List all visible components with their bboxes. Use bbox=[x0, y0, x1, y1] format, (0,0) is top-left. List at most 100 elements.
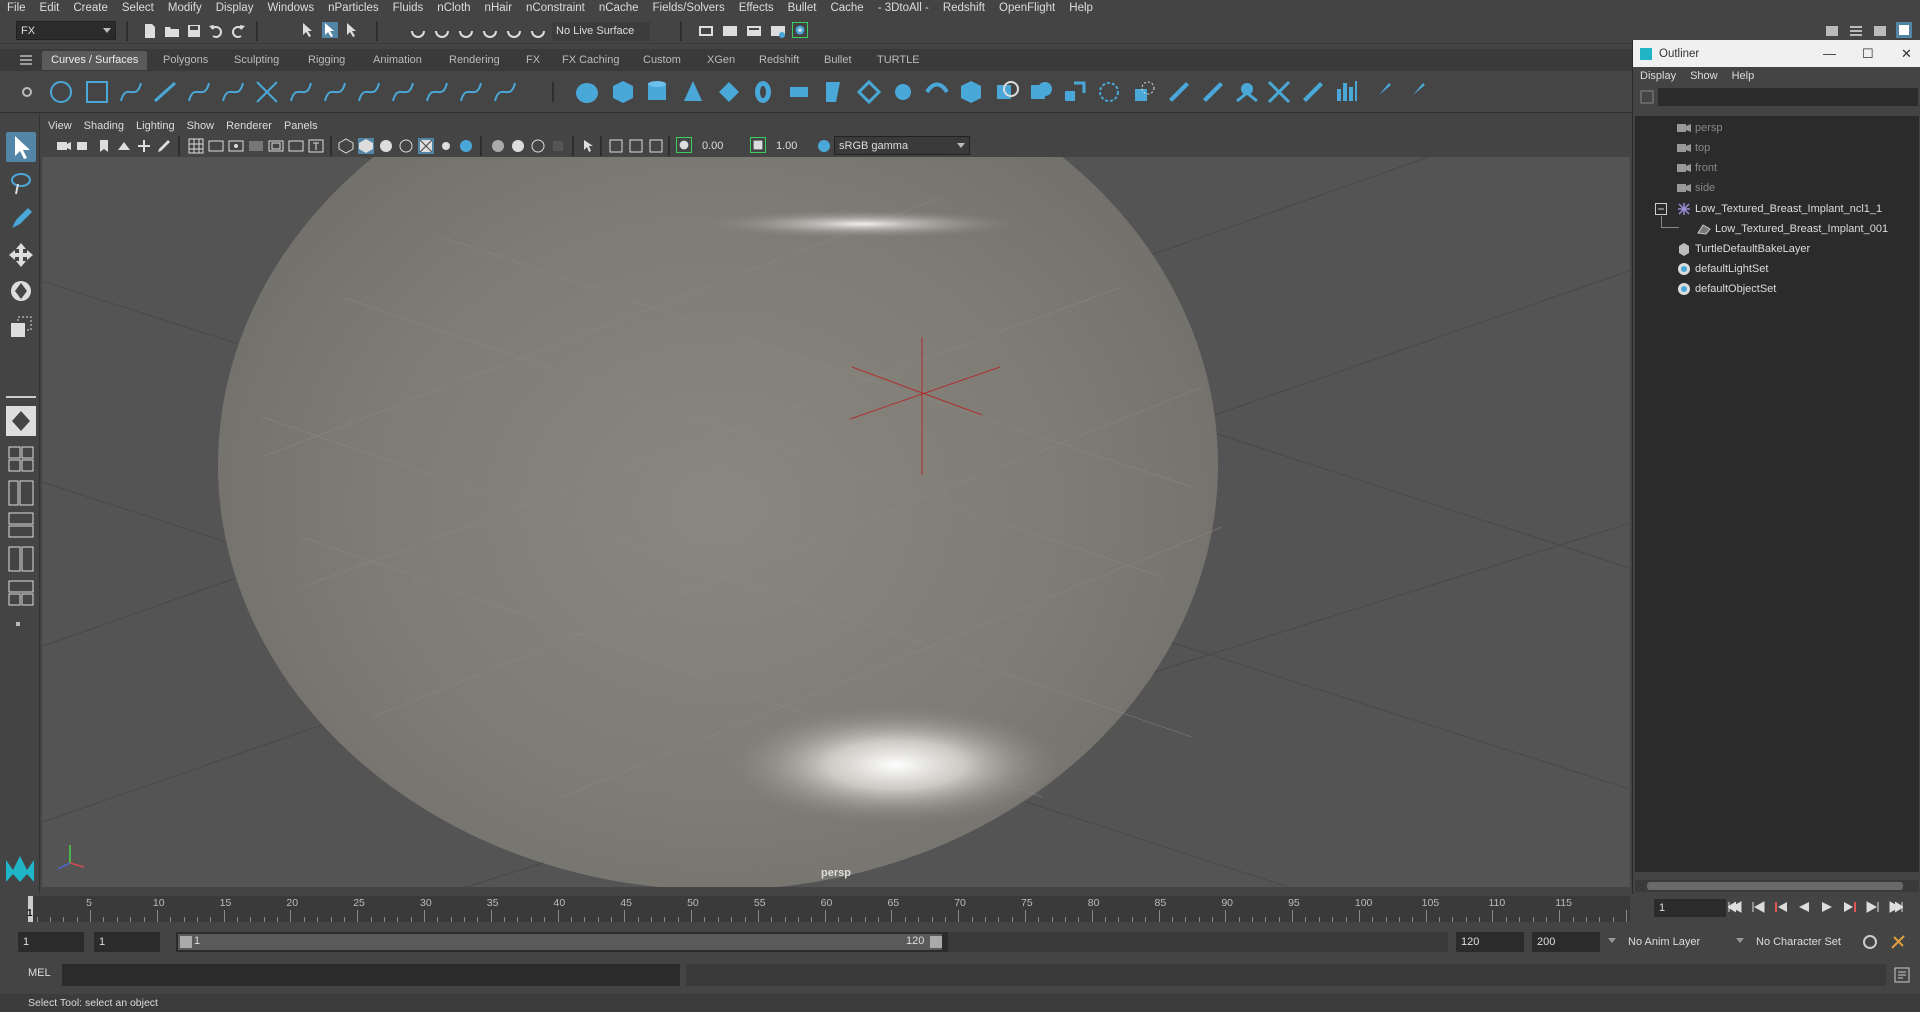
tab-bullet[interactable]: Bullet bbox=[815, 51, 861, 70]
viewport-menu-view[interactable]: View bbox=[42, 118, 78, 135]
tab-rendering[interactable]: Rendering bbox=[440, 51, 509, 70]
use-default-material-icon[interactable] bbox=[378, 138, 394, 154]
grease-pencil-icon[interactable] bbox=[156, 138, 172, 154]
tab-animation[interactable]: Animation bbox=[364, 51, 431, 70]
camera-attributes-icon[interactable] bbox=[76, 138, 92, 154]
paint-select-tool-icon[interactable] bbox=[6, 204, 36, 234]
textured-icon[interactable] bbox=[418, 138, 434, 154]
safe-action-icon[interactable] bbox=[288, 138, 304, 154]
lasso-tool-icon[interactable] bbox=[6, 168, 36, 198]
perspective-viewport[interactable]: persp bbox=[42, 157, 1630, 887]
menu-nconstraint[interactable]: nConstraint bbox=[519, 0, 592, 17]
outliner-menu-display[interactable]: Display bbox=[1633, 70, 1683, 82]
nurbs-torus-icon[interactable] bbox=[750, 79, 776, 105]
step-forward-key-icon[interactable] bbox=[1843, 900, 1857, 914]
gamma-field[interactable]: 1.00 bbox=[770, 137, 820, 155]
outliner-item-side[interactable]: side bbox=[1677, 178, 1715, 198]
gamma-icon[interactable] bbox=[750, 137, 766, 153]
outliner-horizontal-scrollbar[interactable] bbox=[1635, 880, 1919, 892]
birail-icon[interactable] bbox=[924, 79, 950, 105]
ep-curve-tool-icon[interactable] bbox=[152, 79, 178, 105]
outliner-item-mesh[interactable]: Low_Textured_Breast_Implant_001 bbox=[1697, 219, 1888, 239]
move-tool-icon[interactable] bbox=[6, 240, 36, 270]
menu-effects[interactable]: Effects bbox=[732, 0, 781, 17]
safe-title-icon[interactable] bbox=[308, 138, 324, 154]
viewport-menu-shading[interactable]: Shading bbox=[78, 118, 130, 135]
snap-view-plane-icon[interactable] bbox=[482, 23, 498, 39]
menu-windows[interactable]: Windows bbox=[260, 0, 321, 17]
detach-curves-icon[interactable] bbox=[322, 79, 348, 105]
persp-outliner-layout-icon[interactable] bbox=[6, 478, 36, 508]
isolate-select-icon[interactable] bbox=[580, 138, 596, 154]
tab-sculpting[interactable]: Sculpting bbox=[225, 51, 288, 70]
viewport-menu-lighting[interactable]: Lighting bbox=[130, 118, 181, 135]
bevel-plus-icon[interactable] bbox=[958, 79, 984, 105]
tool-settings-icon[interactable] bbox=[1872, 23, 1888, 39]
animation-preferences-icon[interactable] bbox=[1890, 934, 1906, 950]
insert-knot-icon[interactable] bbox=[356, 79, 382, 105]
exposure-field[interactable]: 0.00 bbox=[696, 137, 746, 155]
filter-icon[interactable] bbox=[1640, 90, 1654, 104]
detach-surfaces-icon[interactable] bbox=[1200, 79, 1226, 105]
outliner-item-front[interactable]: front bbox=[1677, 158, 1717, 178]
wireframe-on-shaded-icon[interactable] bbox=[398, 138, 414, 154]
boolean-union-icon[interactable] bbox=[1132, 79, 1158, 105]
implant-mesh[interactable] bbox=[218, 157, 1218, 887]
planar-icon[interactable] bbox=[856, 79, 882, 105]
select-camera-icon[interactable] bbox=[56, 138, 72, 154]
hypershade-icon[interactable] bbox=[770, 23, 786, 39]
bezier-curve-tool-icon[interactable] bbox=[254, 79, 280, 105]
menu-ncloth[interactable]: nCloth bbox=[430, 0, 477, 17]
time-ruler[interactable]: 5 10 15 20 25 30 35 40 45 50 55 60 65 70 75 80 85 90 95 100… bbox=[27, 896, 1630, 922]
tab-curves-surfaces[interactable]: Curves / Surfaces bbox=[42, 51, 148, 70]
snap-curve-icon[interactable] bbox=[434, 23, 450, 39]
render-view-icon[interactable] bbox=[792, 22, 808, 38]
range-start-handle[interactable] bbox=[180, 936, 192, 948]
script-editor-icon[interactable] bbox=[1894, 967, 1910, 983]
viewport-menu-renderer[interactable]: Renderer bbox=[220, 118, 278, 135]
tab-xgen[interactable]: XGen bbox=[698, 51, 744, 70]
play-backwards-icon[interactable] bbox=[1797, 900, 1811, 914]
xray-joints-icon[interactable] bbox=[648, 138, 664, 154]
attribute-editor-icon[interactable] bbox=[1848, 23, 1864, 39]
range-bar[interactable]: 1 120 bbox=[176, 932, 948, 952]
nurbs-square-icon[interactable] bbox=[84, 79, 110, 105]
pencil-curve-tool-icon[interactable] bbox=[186, 79, 212, 105]
scrollbar-thumb[interactable] bbox=[1647, 882, 1903, 890]
outliner-item-group[interactable]: Low_Textured_Breast_Implant_ncl1_1 bbox=[1677, 199, 1882, 219]
menu-nhair[interactable]: nHair bbox=[478, 0, 519, 17]
surface-editing-tool-icon[interactable] bbox=[1402, 79, 1428, 105]
playback-start-field[interactable]: 1 bbox=[94, 932, 160, 952]
tab-polygons[interactable]: Polygons bbox=[154, 51, 217, 70]
make-live-icon[interactable] bbox=[506, 23, 522, 39]
project-curve-icon[interactable] bbox=[1028, 79, 1054, 105]
add-points-tool-icon[interactable] bbox=[492, 79, 518, 105]
script-language-toggle[interactable]: MEL bbox=[28, 967, 51, 979]
current-frame-field[interactable]: 1 bbox=[1654, 899, 1726, 917]
menu-redshift[interactable]: Redshift bbox=[936, 0, 992, 17]
playback-end-field[interactable]: 120 bbox=[1456, 932, 1524, 952]
extend-curve-icon[interactable] bbox=[390, 79, 416, 105]
outliner-item-turtle-layer[interactable]: TurtleDefaultBakeLayer bbox=[1677, 239, 1810, 259]
minimize-icon[interactable]: — bbox=[1823, 46, 1836, 61]
viewport-menu-show[interactable]: Show bbox=[181, 118, 221, 135]
wireframe-icon[interactable] bbox=[338, 138, 354, 154]
step-back-frame-icon[interactable] bbox=[1751, 900, 1765, 914]
resolution-gate-icon[interactable] bbox=[228, 138, 244, 154]
menu-help[interactable]: Help bbox=[1062, 0, 1100, 17]
tab-turtle[interactable]: TURTLE bbox=[868, 51, 929, 70]
tab-custom[interactable]: Custom bbox=[634, 51, 690, 70]
modeling-toolkit-icon[interactable] bbox=[1824, 23, 1840, 39]
shelf-settings-icon[interactable] bbox=[20, 83, 34, 101]
smooth-shade-icon[interactable] bbox=[358, 138, 374, 154]
menu-create[interactable]: Create bbox=[66, 0, 115, 17]
redo-icon[interactable] bbox=[230, 23, 246, 39]
single-perspective-view-icon[interactable] bbox=[6, 406, 36, 436]
channel-box-icon[interactable] bbox=[1896, 22, 1912, 38]
menu-ncache[interactable]: nCache bbox=[592, 0, 646, 17]
menu-fluids[interactable]: Fluids bbox=[386, 0, 431, 17]
outliner-item-light-set[interactable]: defaultLightSet bbox=[1677, 259, 1768, 279]
trim-tool-icon[interactable] bbox=[1062, 79, 1088, 105]
attach-surfaces-icon[interactable] bbox=[1166, 79, 1192, 105]
bookmark-icon[interactable] bbox=[96, 138, 112, 154]
